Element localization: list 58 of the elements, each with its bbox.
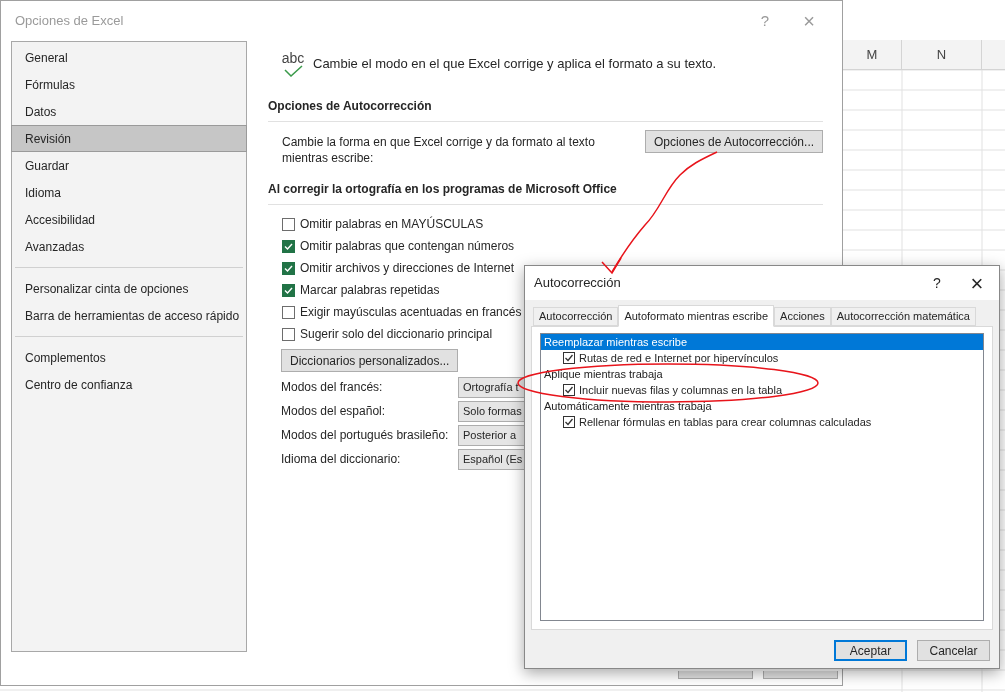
- field-label: Modos del portugués brasileño:: [281, 427, 450, 444]
- sidebar-item[interactable]: Avanzadas: [12, 233, 246, 260]
- sidebar-item[interactable]: Datos: [12, 98, 246, 125]
- checkbox[interactable]: [282, 239, 295, 253]
- dropdown[interactable]: Solo formas: [458, 400, 524, 422]
- checkbox-label: Rutas de red e Internet por hipervínculos: [579, 350, 779, 366]
- checkbox-label: Incluir nuevas filas y columnas en la tabla: [579, 382, 782, 398]
- sidebar-item[interactable]: Accesibilidad: [12, 206, 246, 233]
- sidebar-item[interactable]: Complementos: [12, 344, 246, 371]
- sidebar-item[interactable]: Revisión: [11, 125, 247, 152]
- tab[interactable]: Autocorrección matemática: [830, 307, 976, 326]
- section-heading: Al corregir la ortografía en los programas de Microsoft Office: [268, 180, 823, 205]
- sidebar-item[interactable]: Barra de herramientas de acceso rápido: [12, 302, 246, 329]
- field-label: Modos del español:: [281, 403, 387, 420]
- dialog-button[interactable]: Cancelar: [917, 640, 990, 661]
- checkbox[interactable]: [282, 305, 295, 319]
- list-heading[interactable]: Reemplazar mientras escribe: [541, 334, 983, 350]
- checkbox-label: Omitir archivos y direcciones de Internet: [300, 260, 515, 277]
- close-button[interactable]: ×: [965, 266, 989, 300]
- checkbox[interactable]: [282, 217, 295, 231]
- sidebar-item[interactable]: Centro de confianza: [12, 371, 246, 398]
- checkbox[interactable]: [282, 261, 295, 275]
- checkbox[interactable]: [563, 416, 575, 428]
- list-heading[interactable]: Automáticamente mientras trabaja: [541, 398, 983, 414]
- autocorrect-options-button[interactable]: Opciones de Autocorrección...: [645, 130, 823, 153]
- dropdown[interactable]: Ortografía t: [458, 376, 524, 398]
- dialog-button[interactable]: Aceptar: [834, 640, 907, 661]
- checkbox[interactable]: [563, 352, 575, 364]
- sidebar-item[interactable]: Guardar: [12, 152, 246, 179]
- checkbox[interactable]: [282, 283, 295, 297]
- tab[interactable]: Acciones: [774, 307, 831, 326]
- checkbox[interactable]: [282, 327, 295, 341]
- checkbox-label: Rellenar fórmulas en tablas para crear columnas calculadas: [579, 414, 872, 430]
- sidebar-item[interactable]: Personalizar cinta de opciones: [12, 275, 246, 302]
- checkbox-label: Omitir palabras que contengan números: [300, 238, 515, 255]
- custom-dictionaries-button[interactable]: Diccionarios personalizados...: [281, 349, 459, 372]
- tab[interactable]: Autocorrección: [533, 307, 619, 326]
- checkbox[interactable]: [563, 384, 575, 396]
- dropdown[interactable]: Español (Es: [458, 448, 524, 470]
- checkbox-label: Exigir mayúsculas acentuadas en francés: [300, 304, 522, 321]
- section-heading: Opciones de Autocorrección: [268, 97, 823, 122]
- sidebar-item[interactable]: General: [12, 44, 246, 71]
- dialog-title: Autocorrección: [534, 274, 622, 293]
- checkbox-label: Sugerir solo del diccionario principal: [300, 326, 493, 343]
- help-button[interactable]: ?: [925, 272, 949, 294]
- dropdown[interactable]: Posterior a: [458, 424, 524, 446]
- description-text: Cambie la forma en que Excel corrige y da formato al texto mientras escribe:: [282, 134, 596, 166]
- list-heading[interactable]: Aplique mientras trabaja: [541, 366, 983, 382]
- field-label: Idioma del diccionario:: [281, 451, 402, 468]
- sidebar-item[interactable]: Fórmulas: [12, 71, 246, 98]
- column-header[interactable]: N: [902, 40, 982, 69]
- intro-text: Cambie el modo en el que Excel corrige y aplica el formato a su texto.: [313, 55, 717, 74]
- checkbox-label: Omitir palabras en MAYÚSCULAS: [300, 215, 484, 233]
- tab[interactable]: Autoformato mientras escribe: [618, 305, 775, 327]
- sidebar-item[interactable]: Idioma: [12, 179, 246, 206]
- field-label: Modos del francés:: [281, 379, 384, 396]
- window-title: Opciones de Excel: [15, 12, 125, 31]
- checkbox-label: Marcar palabras repetidas: [300, 282, 440, 299]
